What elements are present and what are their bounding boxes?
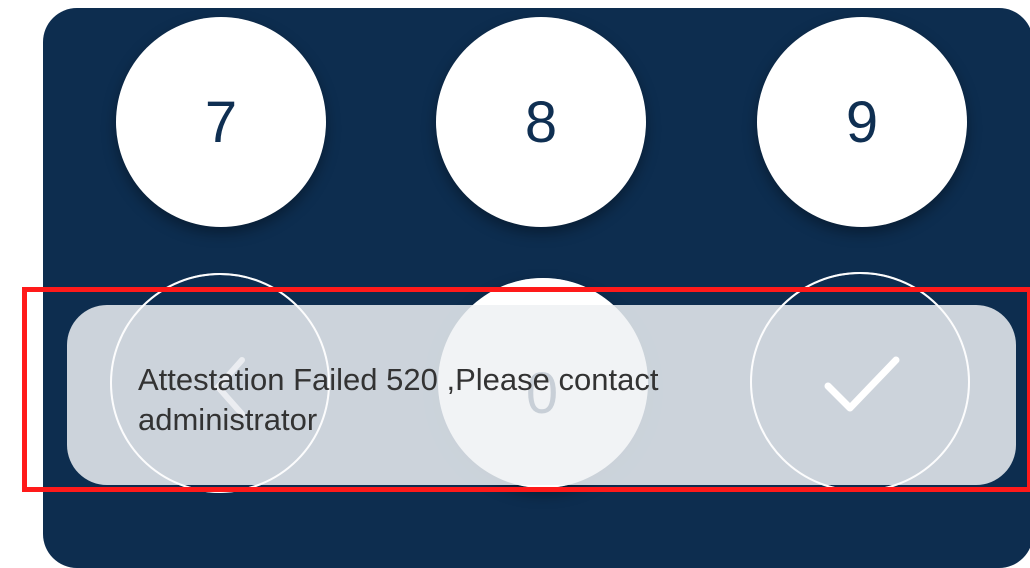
key-8-label: 8 <box>524 89 558 155</box>
key-9[interactable]: 9 <box>757 17 967 227</box>
toast-message: Attestation Failed 520 ,Please contact a… <box>138 362 659 437</box>
checkmark-icon <box>824 356 900 412</box>
key-8[interactable]: 8 <box>436 17 646 227</box>
key-7[interactable]: 7 <box>116 17 326 227</box>
key-7-label: 7 <box>204 89 238 155</box>
key-9-label: 9 <box>845 89 879 155</box>
